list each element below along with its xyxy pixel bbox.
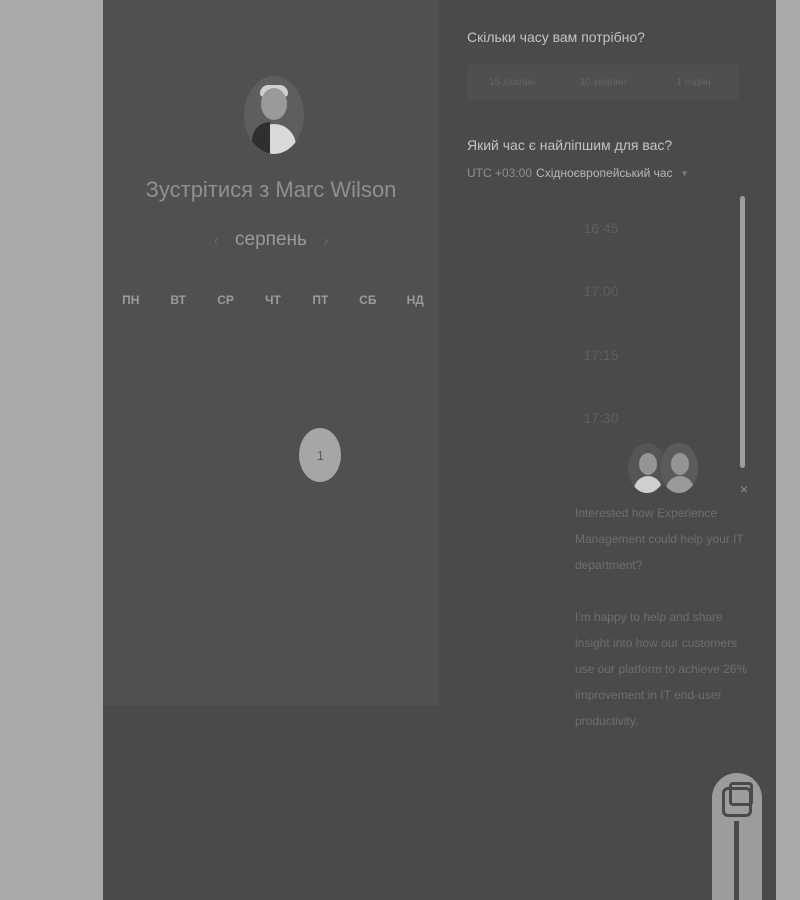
duration-selector: 15 хвилин 30 хвилин 1 годин bbox=[467, 64, 739, 100]
calendar-day bbox=[392, 426, 439, 484]
weekday-label: НД bbox=[406, 293, 424, 307]
duration-question: Скільки часу вам потрібно? bbox=[467, 29, 645, 45]
chat-message-line: Interested how Experience Management cou… bbox=[575, 506, 744, 572]
weekday-label: СБ bbox=[359, 293, 377, 307]
month-label: серпень bbox=[235, 229, 307, 250]
calendar-day bbox=[344, 368, 391, 426]
calendar-day bbox=[249, 542, 296, 600]
weekday-label: ЧТ bbox=[265, 293, 281, 307]
chat-bubble-icon bbox=[722, 782, 753, 817]
selected-day-label[interactable]: 1 bbox=[299, 428, 342, 482]
calendar-day bbox=[107, 484, 154, 542]
calendar-week bbox=[107, 320, 439, 332]
calendar-week bbox=[107, 484, 439, 542]
calendar-day bbox=[249, 426, 296, 484]
calendar-day bbox=[202, 426, 249, 484]
calendar-day bbox=[154, 320, 201, 332]
calendar-day bbox=[344, 320, 391, 332]
calendar-day bbox=[297, 320, 344, 332]
timezone-offset: UTC +03:00 bbox=[467, 166, 533, 180]
weekday-label: СР bbox=[217, 293, 234, 307]
calendar-day bbox=[154, 368, 201, 426]
timezone-name: Східноєвропейський час bbox=[536, 166, 673, 180]
calendar-day-selected[interactable]: 1 bbox=[297, 426, 344, 484]
meeting-title: Зустрітися з Marc Wilson bbox=[145, 177, 397, 202]
weekday-header: ПН ВТ СР ЧТ ПТ СБ НД bbox=[107, 293, 439, 307]
chevron-left-icon[interactable]: ‹ bbox=[209, 232, 223, 248]
weekday-label: ПН bbox=[122, 293, 140, 307]
calendar-week: 1 bbox=[107, 426, 439, 484]
calendar-day bbox=[202, 320, 249, 332]
calendar-week bbox=[107, 368, 439, 426]
calendar-grid: 1 bbox=[107, 320, 439, 600]
timezone-selector[interactable]: UTC +03:00 Східноєвропейський час ▼ bbox=[467, 166, 689, 180]
calendar-day bbox=[297, 542, 344, 600]
duration-option[interactable]: 15 хвилин bbox=[467, 64, 558, 100]
calendar-day bbox=[344, 426, 391, 484]
calendar-day bbox=[107, 426, 154, 484]
duration-option[interactable]: 30 хвилин bbox=[558, 64, 649, 100]
calendar-day bbox=[107, 320, 154, 332]
time-question: Який час є найліпшим для вас? bbox=[467, 137, 673, 153]
calendar-week bbox=[107, 542, 439, 600]
host-avatar bbox=[244, 76, 304, 154]
calendar-day bbox=[202, 484, 249, 542]
calendar-day bbox=[392, 320, 439, 332]
calendar-day bbox=[344, 484, 391, 542]
calendar-day bbox=[249, 484, 296, 542]
time-slot[interactable]: 16:45 bbox=[470, 196, 732, 260]
weekday-label: ПТ bbox=[312, 293, 329, 307]
calendar-day bbox=[202, 542, 249, 600]
weekday-label: ВТ bbox=[170, 293, 186, 307]
month-navigation: ‹ серпень › bbox=[103, 229, 439, 251]
time-slot-list: 16:45 17:00 17:15 17:30 bbox=[470, 196, 732, 450]
time-slot[interactable]: 17:30 bbox=[470, 387, 732, 451]
calendar-day bbox=[107, 542, 154, 600]
calendar-day bbox=[107, 368, 154, 426]
calendar-day bbox=[249, 320, 296, 332]
chat-launcher-button[interactable] bbox=[712, 773, 762, 900]
calendar-day bbox=[202, 368, 249, 426]
agent-avatar bbox=[659, 442, 699, 494]
calendar-day bbox=[297, 368, 344, 426]
calendar-day bbox=[154, 542, 201, 600]
calendar-day bbox=[154, 484, 201, 542]
close-icon[interactable]: × bbox=[740, 481, 748, 497]
time-slot[interactable]: 17:00 bbox=[470, 260, 732, 324]
calendar-day bbox=[154, 426, 201, 484]
duration-option[interactable]: 1 годин bbox=[648, 64, 739, 100]
time-slot[interactable]: 17:15 bbox=[470, 323, 732, 387]
calendar-day bbox=[392, 484, 439, 542]
calendar-day bbox=[344, 542, 391, 600]
time-list-scrollbar[interactable] bbox=[740, 196, 745, 468]
chat-message-line: I'm happy to help and share insight into… bbox=[575, 610, 748, 728]
calendar-day bbox=[249, 368, 296, 426]
chat-message[interactable]: Interested how Experience Management cou… bbox=[575, 500, 755, 734]
calendar-day bbox=[392, 368, 439, 426]
caret-down-icon: ▼ bbox=[680, 168, 689, 178]
chevron-right-icon[interactable]: › bbox=[319, 232, 333, 248]
calendar-day bbox=[392, 542, 439, 600]
chat-agent-avatars bbox=[627, 442, 699, 494]
calendar-day bbox=[297, 484, 344, 542]
